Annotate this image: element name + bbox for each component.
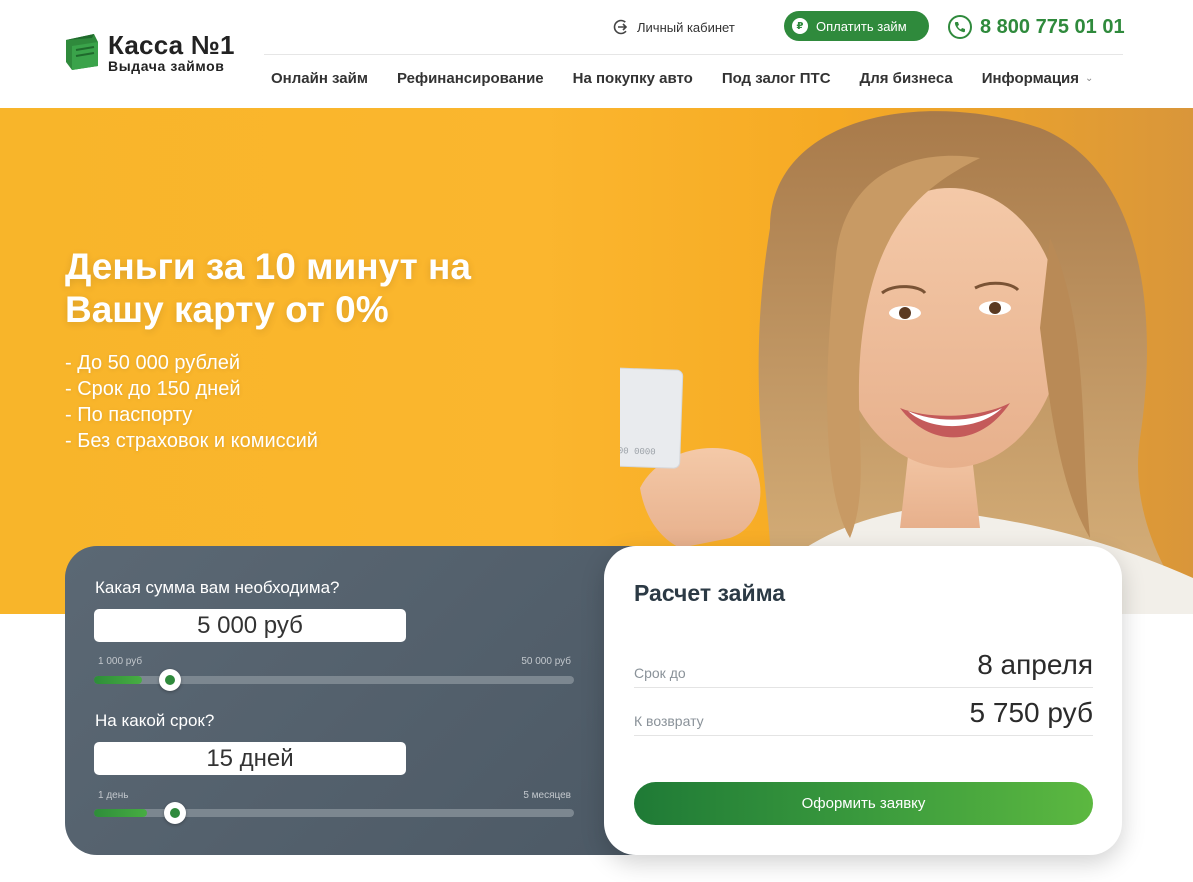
loan-calculator-panel: Какая сумма вам необходима? 5 000 руб 1 …	[65, 546, 665, 855]
amount-max-label: 50 000 руб	[521, 656, 571, 667]
logo-tagline: Выдача займов	[108, 58, 225, 74]
return-amount-value: 5 750 руб	[969, 697, 1093, 728]
term-slider-fill	[94, 809, 148, 817]
return-amount-label: К возврату	[634, 713, 704, 729]
amount-question: Какая сумма вам необходима?	[95, 578, 340, 597]
hero-title: Деньги за 10 минут на Вашу карту от 0%	[65, 246, 471, 331]
woman-holding-card-image: 0000 0000 0000 0000	[620, 111, 1193, 614]
amount-slider-thumb[interactable]	[159, 669, 182, 691]
calculation-title: Расчет займа	[634, 580, 786, 606]
login-icon	[613, 19, 629, 35]
due-date-label: Срок до	[634, 665, 686, 681]
term-min-label: 1 день	[98, 790, 129, 801]
personal-account-link[interactable]: Личный кабинет	[613, 12, 735, 42]
nav-item-information-label: Информация	[981, 70, 1080, 87]
nav-item-information[interactable]: Информация ⌄	[982, 70, 1094, 87]
main-nav: Онлайн займ Рефинансирование На покупку …	[271, 70, 1093, 87]
nav-item-pts-pledge[interactable]: Под залог ПТС	[722, 70, 831, 87]
chevron-down-icon: ⌄	[1085, 73, 1094, 84]
wallet-logo-icon	[66, 34, 98, 70]
return-amount-row: К возврату 5 750 руб	[634, 692, 1093, 736]
benefit-item: - По паспорту	[65, 404, 193, 426]
ruble-icon: ₽	[792, 18, 808, 34]
amount-slider-fill	[94, 676, 143, 684]
logo[interactable]: Касса №1 Выдача займов	[64, 30, 244, 76]
nav-item-car-purchase[interactable]: На покупку авто	[573, 70, 693, 87]
term-slider-thumb[interactable]	[164, 802, 187, 824]
personal-account-label: Личный кабинет	[637, 19, 735, 35]
benefit-item: - Без страховок и комиссий	[65, 430, 318, 452]
header-divider	[264, 54, 1123, 55]
site-header: Касса №1 Выдача займов Личный кабинет ₽ …	[0, 0, 1193, 108]
term-max-label: 5 месяцев	[523, 790, 571, 801]
phone-icon	[948, 15, 972, 39]
phone-link[interactable]: 8 800 775 01 01	[948, 12, 1125, 42]
hero-banner: 0000 0000 0000 0000 Деньги за 10 минут н…	[0, 108, 1193, 614]
hero-benefits-list: - До 50 000 рублей - Срок до 150 дней - …	[65, 350, 318, 454]
submit-application-button[interactable]: Оформить заявку	[634, 782, 1093, 825]
pay-loan-button[interactable]: ₽ Оплатить займ	[784, 11, 929, 41]
nav-item-business[interactable]: Для бизнеса	[860, 70, 953, 87]
loan-calculation-card: Расчет займа Срок до 8 апреля К возврату…	[604, 546, 1122, 855]
logo-title: Касса №1	[108, 30, 235, 60]
pay-loan-label: Оплатить займ	[816, 18, 907, 34]
benefit-item: - До 50 000 рублей	[65, 352, 241, 374]
amount-slider[interactable]	[94, 669, 574, 691]
amount-input[interactable]: 5 000 руб	[94, 609, 406, 642]
due-date-value: 8 апреля	[977, 649, 1093, 680]
due-date-row: Срок до 8 апреля	[634, 644, 1093, 688]
term-input[interactable]: 15 дней	[94, 742, 406, 775]
nav-item-refinancing[interactable]: Рефинансирование	[397, 70, 544, 87]
term-slider[interactable]	[94, 802, 574, 824]
benefit-item: - Срок до 150 дней	[65, 378, 241, 400]
term-question: На какой срок?	[95, 711, 215, 730]
amount-min-label: 1 000 руб	[98, 656, 143, 667]
phone-number: 8 800 775 01 01	[980, 15, 1125, 38]
nav-item-online-loan[interactable]: Онлайн займ	[271, 70, 368, 87]
